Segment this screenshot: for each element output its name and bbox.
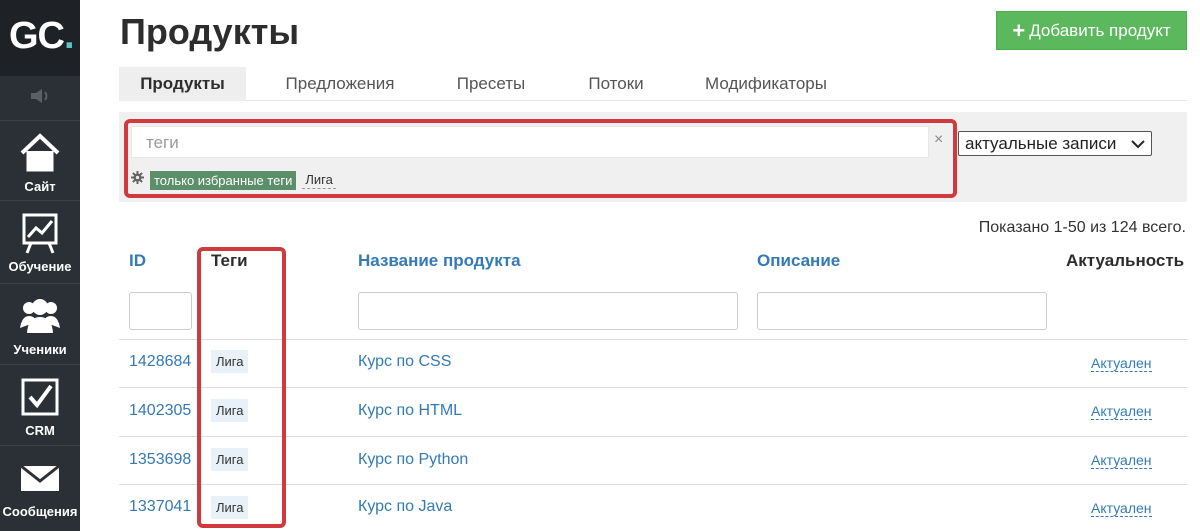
product-id: 1428684	[129, 353, 192, 370]
tab-offers[interactable]: Предложения	[271, 67, 409, 101]
page-title: Продукты	[120, 11, 300, 52]
select-value: актуальные записи	[965, 133, 1117, 153]
product-name-link[interactable]: Курс по CSS	[358, 353, 451, 371]
sidebar: GC. Сайт Обучение Ученики CRM Сообщения	[0, 0, 80, 531]
product-id: 1353698	[129, 451, 192, 468]
plus-icon: +	[1012, 17, 1026, 43]
add-product-label: Добавить продукт	[1029, 20, 1171, 40]
results-summary: Показано 1-50 из 124 всего.	[978, 219, 1186, 236]
highlight-frame-tags-column	[197, 247, 286, 528]
users-icon	[18, 296, 62, 336]
product-name-link[interactable]: Курс по Java	[358, 498, 452, 516]
sidebar-item-messages[interactable]: Сообщения	[0, 445, 80, 525]
envelope-icon	[18, 458, 62, 498]
tab-modifiers[interactable]: Модификаторы	[691, 67, 841, 101]
status-toggle[interactable]: Актуален	[1091, 403, 1152, 420]
column-header-id[interactable]: ID	[129, 251, 146, 271]
sidebar-item-students[interactable]: Ученики	[0, 283, 80, 363]
tab-streams[interactable]: Потоки	[571, 67, 661, 101]
column-header-status: Актуальность	[1066, 251, 1185, 270]
sidebar-item-label: Ученики	[13, 342, 67, 357]
sidebar-item-label: CRM	[25, 423, 55, 438]
sidebar-item-label: Сообщения	[2, 504, 78, 519]
checkbox-icon	[18, 377, 62, 417]
sidebar-item-crm[interactable]: CRM	[0, 364, 80, 444]
logo-text: GC.	[9, 15, 75, 57]
product-name-link[interactable]: Курс по Python	[358, 451, 468, 469]
speaker-icon[interactable]	[0, 76, 80, 116]
product-id: 1337041	[129, 498, 192, 515]
records-filter-select[interactable]: актуальные записи	[958, 131, 1152, 156]
chevron-down-icon	[1131, 134, 1145, 154]
status-toggle[interactable]: Актуален	[1091, 500, 1152, 517]
add-product-button[interactable]: + Добавить продукт	[996, 11, 1187, 50]
product-name-link[interactable]: Курс по HTML	[358, 402, 462, 420]
sidebar-item-site[interactable]: Сайт	[0, 120, 80, 200]
product-id: 1402305	[129, 402, 192, 419]
id-filter-input[interactable]	[129, 292, 192, 330]
highlight-frame-filter	[124, 119, 957, 198]
tab-products[interactable]: Продукты	[119, 67, 246, 101]
logo[interactable]: GC.	[0, 0, 80, 76]
status-toggle[interactable]: Актуален	[1091, 452, 1152, 469]
name-filter-input[interactable]	[358, 292, 738, 330]
sidebar-item-label: Сайт	[24, 179, 56, 194]
status-toggle[interactable]: Актуален	[1091, 355, 1152, 372]
sidebar-item-learning[interactable]: Обучение	[0, 200, 80, 280]
description-filter-input[interactable]	[757, 292, 1047, 330]
tabs: Продукты Предложения Пресеты Потоки Моди…	[119, 67, 1187, 101]
column-header-description[interactable]: Описание	[757, 251, 840, 271]
chart-board-icon	[18, 213, 62, 254]
tab-presets[interactable]: Пресеты	[439, 67, 543, 101]
column-header-name[interactable]: Название продукта	[358, 251, 521, 271]
sidebar-item-label: Обучение	[8, 259, 72, 274]
home-icon	[18, 133, 62, 173]
